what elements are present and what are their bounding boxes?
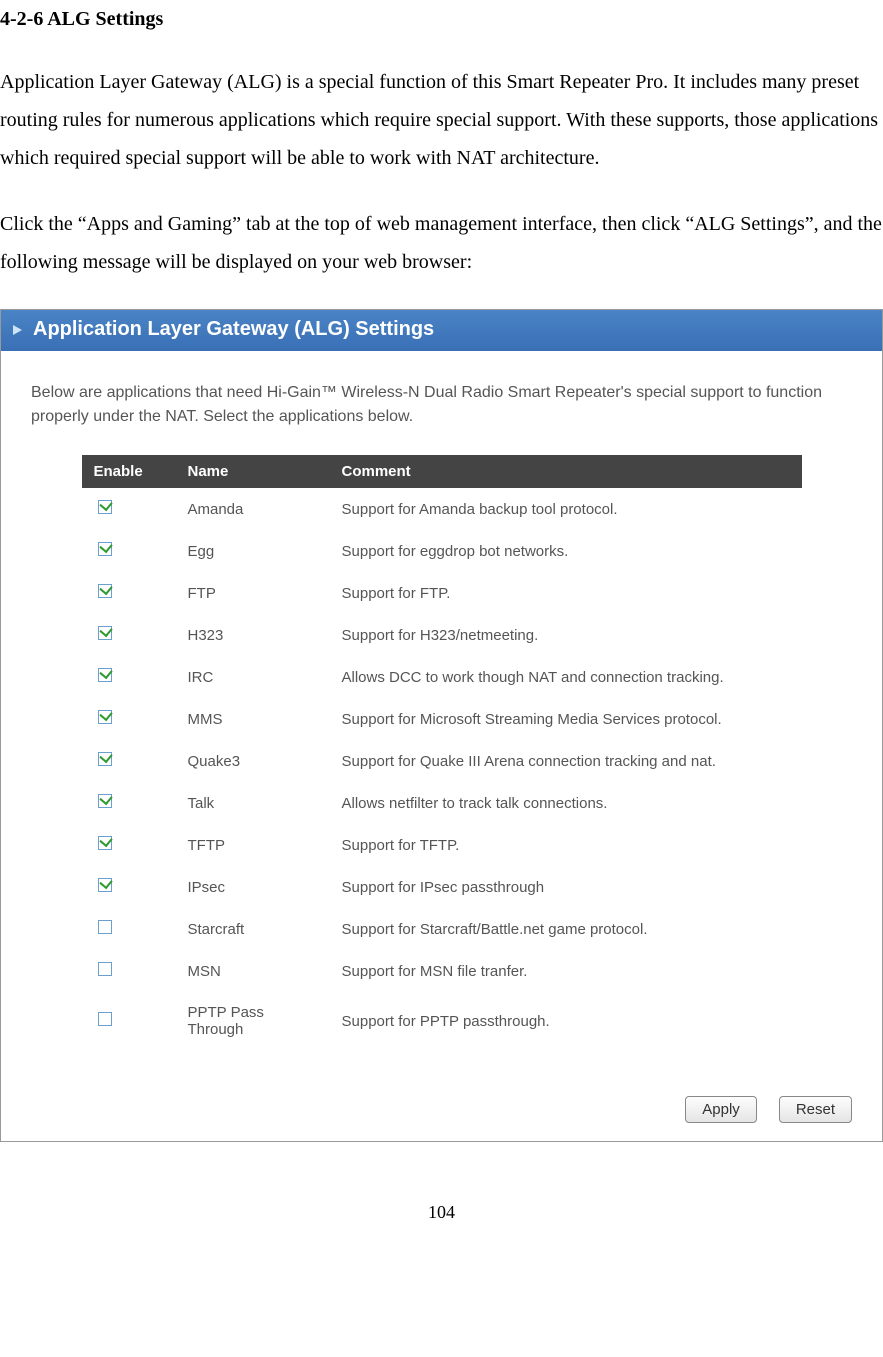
comment-cell: Support for IPsec passthrough xyxy=(330,866,802,908)
panel-body: Below are applications that need Hi-Gain… xyxy=(1,351,882,1080)
name-cell: MMS xyxy=(176,698,330,740)
enable-checkbox[interactable] xyxy=(98,920,112,934)
enable-cell xyxy=(82,866,176,908)
alg-table: Enable Name Comment AmandaSupport for Am… xyxy=(82,455,802,1050)
enable-checkbox[interactable] xyxy=(98,752,112,766)
col-header-name: Name xyxy=(176,455,330,488)
enable-cell xyxy=(82,908,176,950)
table-row: MSNSupport for MSN file tranfer. xyxy=(82,950,802,992)
name-cell: FTP xyxy=(176,572,330,614)
enable-checkbox[interactable] xyxy=(98,794,112,808)
name-cell: Amanda xyxy=(176,488,330,530)
intro-paragraph-2: Click the “Apps and Gaming” tab at the t… xyxy=(0,205,883,281)
table-header-row: Enable Name Comment xyxy=(82,455,802,488)
section-heading: 4-2-6 ALG Settings xyxy=(0,0,883,35)
enable-cell xyxy=(82,740,176,782)
intro-paragraph-1: Application Layer Gateway (ALG) is a spe… xyxy=(0,63,883,177)
name-cell: Egg xyxy=(176,530,330,572)
comment-cell: Support for Amanda backup tool protocol. xyxy=(330,488,802,530)
table-row: H323Support for H323/netmeeting. xyxy=(82,614,802,656)
table-row: AmandaSupport for Amanda backup tool pro… xyxy=(82,488,802,530)
name-cell: Quake3 xyxy=(176,740,330,782)
name-cell: Starcraft xyxy=(176,908,330,950)
table-row: Quake3Support for Quake III Arena connec… xyxy=(82,740,802,782)
table-row: StarcraftSupport for Starcraft/Battle.ne… xyxy=(82,908,802,950)
panel-description: Below are applications that need Hi-Gain… xyxy=(31,381,852,429)
name-cell: Talk xyxy=(176,782,330,824)
enable-checkbox[interactable] xyxy=(98,584,112,598)
table-row: IRCAllows DCC to work though NAT and con… xyxy=(82,656,802,698)
enable-checkbox[interactable] xyxy=(98,1012,112,1026)
comment-cell: Support for Starcraft/Battle.net game pr… xyxy=(330,908,802,950)
page-number: 104 xyxy=(0,1202,883,1223)
comment-cell: Support for eggdrop bot networks. xyxy=(330,530,802,572)
table-row: EggSupport for eggdrop bot networks. xyxy=(82,530,802,572)
comment-cell: Support for H323/netmeeting. xyxy=(330,614,802,656)
enable-cell xyxy=(82,488,176,530)
apply-button[interactable]: Apply xyxy=(685,1096,757,1123)
enable-checkbox[interactable] xyxy=(98,710,112,724)
enable-cell xyxy=(82,824,176,866)
comment-cell: Allows DCC to work though NAT and connec… xyxy=(330,656,802,698)
table-row: PPTP Pass ThroughSupport for PPTP passth… xyxy=(82,992,802,1050)
table-row: MMSSupport for Microsoft Streaming Media… xyxy=(82,698,802,740)
enable-cell xyxy=(82,530,176,572)
enable-cell xyxy=(82,992,176,1050)
panel-title: Application Layer Gateway (ALG) Settings xyxy=(33,318,434,341)
col-header-enable: Enable xyxy=(82,455,176,488)
enable-cell xyxy=(82,614,176,656)
name-cell: IRC xyxy=(176,656,330,698)
alg-settings-screenshot: Application Layer Gateway (ALG) Settings… xyxy=(0,309,883,1142)
chevron-right-icon xyxy=(11,323,25,337)
table-row: TalkAllows netfilter to track talk conne… xyxy=(82,782,802,824)
enable-checkbox[interactable] xyxy=(98,878,112,892)
comment-cell: Support for Microsoft Streaming Media Se… xyxy=(330,698,802,740)
table-row: TFTPSupport for TFTP. xyxy=(82,824,802,866)
enable-cell xyxy=(82,572,176,614)
panel-title-bar: Application Layer Gateway (ALG) Settings xyxy=(1,310,882,351)
comment-cell: Support for TFTP. xyxy=(330,824,802,866)
table-row: FTPSupport for FTP. xyxy=(82,572,802,614)
comment-cell: Support for PPTP passthrough. xyxy=(330,992,802,1050)
enable-cell xyxy=(82,698,176,740)
enable-checkbox[interactable] xyxy=(98,626,112,640)
enable-checkbox[interactable] xyxy=(98,542,112,556)
comment-cell: Support for Quake III Arena connection t… xyxy=(330,740,802,782)
reset-button[interactable]: Reset xyxy=(779,1096,852,1123)
enable-checkbox[interactable] xyxy=(98,668,112,682)
comment-cell: Support for MSN file tranfer. xyxy=(330,950,802,992)
enable-cell xyxy=(82,782,176,824)
enable-cell xyxy=(82,656,176,698)
name-cell: PPTP Pass Through xyxy=(176,992,330,1050)
name-cell: MSN xyxy=(176,950,330,992)
name-cell: H323 xyxy=(176,614,330,656)
name-cell: TFTP xyxy=(176,824,330,866)
enable-cell xyxy=(82,950,176,992)
button-row: Apply Reset xyxy=(1,1080,882,1141)
comment-cell: Allows netfilter to track talk connectio… xyxy=(330,782,802,824)
comment-cell: Support for FTP. xyxy=(330,572,802,614)
name-cell: IPsec xyxy=(176,866,330,908)
table-row: IPsecSupport for IPsec passthrough xyxy=(82,866,802,908)
enable-checkbox[interactable] xyxy=(98,836,112,850)
col-header-comment: Comment xyxy=(330,455,802,488)
enable-checkbox[interactable] xyxy=(98,500,112,514)
enable-checkbox[interactable] xyxy=(98,962,112,976)
